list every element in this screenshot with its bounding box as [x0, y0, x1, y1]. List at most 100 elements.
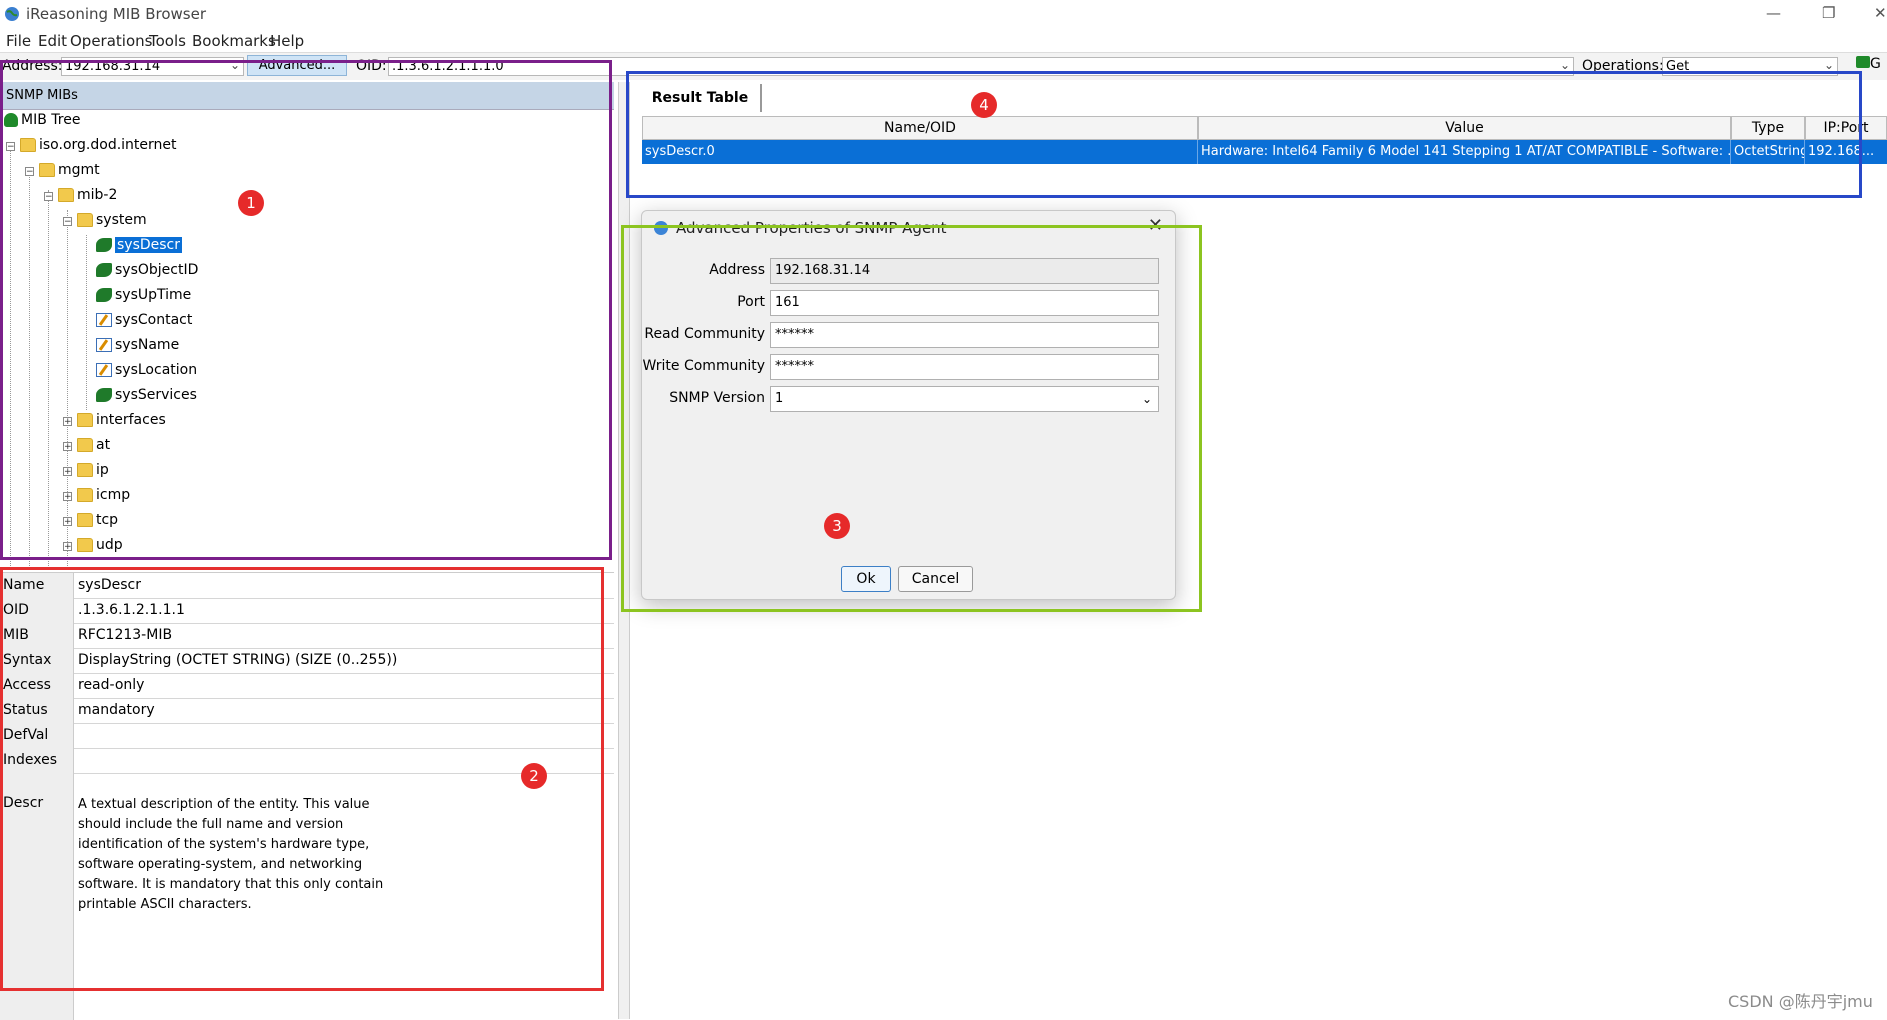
menu-edit[interactable]: Edit: [38, 32, 67, 50]
collapse-icon[interactable]: −: [6, 142, 15, 152]
tree-connector: [48, 190, 49, 570]
panel-splitter[interactable]: [618, 82, 630, 1019]
cell-name-oid: sysDescr.0: [642, 140, 1198, 164]
menu-bookmarks[interactable]: Bookmarks: [192, 32, 276, 50]
advanced-button[interactable]: Advanced...: [247, 55, 347, 76]
mib-tree[interactable]: MIB Tree − iso.org.dod.internet − mgmt −…: [0, 110, 612, 570]
folder-icon: [77, 438, 93, 452]
tree-leaf-sysservices[interactable]: sysServices: [96, 385, 197, 406]
tab-result-table[interactable]: Result Table: [640, 84, 762, 112]
property-key: Syntax: [0, 648, 74, 673]
expand-icon[interactable]: +: [63, 517, 72, 527]
title-bar: iReasoning MIB Browser — ❐ ✕: [0, 0, 1887, 28]
port-field[interactable]: 161: [770, 290, 1159, 316]
tree-node-mib-root[interactable]: MIB Tree: [4, 110, 80, 131]
tree-label: mgmt: [58, 162, 100, 178]
cell-ip-port: 192.168...: [1808, 144, 1875, 159]
collapse-icon[interactable]: −: [44, 192, 53, 202]
collapse-icon[interactable]: −: [25, 167, 34, 177]
tree-node-interfaces[interactable]: interfaces: [77, 410, 166, 431]
tree-node-tcp[interactable]: tcp: [77, 510, 118, 531]
writable-leaf-icon: [96, 313, 112, 327]
go-label: G: [1870, 56, 1881, 72]
tree-leaf-syscontact[interactable]: sysContact: [96, 310, 192, 331]
tree-node-mib-2[interactable]: mib-2: [58, 185, 117, 206]
chevron-down-icon[interactable]: ⌄: [230, 57, 240, 74]
expand-icon[interactable]: +: [63, 492, 72, 502]
writable-leaf-icon: [96, 363, 112, 377]
tree-node-at[interactable]: at: [77, 435, 110, 456]
chevron-down-icon[interactable]: ⌄: [1824, 57, 1834, 74]
read-community-field[interactable]: ******: [770, 322, 1159, 348]
address-label: Address:: [2, 58, 63, 74]
column-header-name-oid[interactable]: Name/OID: [642, 116, 1198, 140]
address-field[interactable]: 192.168.31.14: [770, 258, 1159, 284]
property-key: Access: [0, 673, 74, 698]
tree-leaf-sysobjectid[interactable]: sysObjectID: [96, 260, 198, 281]
address-value: 192.168.31.14: [65, 59, 161, 74]
tree-node-udp[interactable]: udp: [77, 535, 123, 556]
ok-button[interactable]: Ok: [841, 566, 891, 592]
close-icon[interactable]: ✕: [1148, 215, 1163, 236]
close-button[interactable]: ✕: [1874, 4, 1887, 22]
tree-leaf-sysname[interactable]: sysName: [96, 335, 179, 356]
menu-tools[interactable]: Tools: [149, 32, 186, 50]
tree-label: icmp: [96, 487, 131, 503]
write-community-field[interactable]: ******: [770, 354, 1159, 380]
menu-file[interactable]: File: [6, 32, 31, 50]
expand-icon[interactable]: +: [63, 542, 72, 552]
chevron-down-icon[interactable]: ⌄: [1142, 387, 1152, 411]
oid-combo[interactable]: .1.3.6.1.2.1.1.1.0 ⌄: [388, 57, 1574, 76]
tree-node-system[interactable]: system: [77, 210, 147, 231]
annotation-badge-2: 2: [521, 763, 547, 789]
leaf-icon: [96, 288, 112, 302]
column-header-value[interactable]: Value: [1198, 116, 1731, 140]
tree-node-mgmt[interactable]: mgmt: [39, 160, 100, 181]
minimize-button[interactable]: —: [1766, 4, 1781, 22]
folder-icon: [77, 488, 93, 502]
tree-connector: [29, 168, 30, 568]
table-row[interactable]: sysDescr.0 Hardware: Intel64 Family 6 Mo…: [642, 140, 1887, 164]
property-row: Syntax DisplayString (OCTET STRING) (SIZ…: [0, 648, 614, 674]
folder-icon: [77, 538, 93, 552]
tree-node-iso[interactable]: iso.org.dod.internet: [20, 135, 177, 156]
mib-properties-table: Name sysDescr OID .1.3.6.1.2.1.1.1 MIB R…: [0, 572, 614, 1020]
address-combo[interactable]: 192.168.31.14 ⌄: [61, 57, 244, 76]
property-value: .1.3.6.1.2.1.1.1: [78, 602, 185, 618]
description-text: A textual description of the entity. Thi…: [78, 797, 384, 912]
column-header-type[interactable]: Type: [1731, 116, 1805, 140]
folder-icon: [58, 188, 74, 202]
tree-label: sysName: [115, 337, 180, 353]
property-key: DefVal: [0, 723, 74, 748]
collapse-icon[interactable]: −: [63, 217, 72, 227]
tree-connector: [10, 148, 11, 568]
property-row: MIB RFC1213-MIB: [0, 623, 614, 649]
tree-label: mib-2: [77, 187, 118, 203]
expand-icon[interactable]: +: [63, 467, 72, 477]
tree-node-ip[interactable]: ip: [77, 460, 109, 481]
expand-icon[interactable]: +: [63, 442, 72, 452]
folder-icon: [39, 163, 55, 177]
property-key: MIB: [0, 623, 74, 648]
expand-icon[interactable]: +: [63, 417, 72, 427]
restore-button[interactable]: ❐: [1822, 4, 1835, 22]
tree-leaf-syslocation[interactable]: sysLocation: [96, 360, 197, 381]
column-header-ip-port[interactable]: IP:Port: [1805, 116, 1887, 140]
leaf-icon: [96, 388, 112, 402]
menu-help[interactable]: Help: [270, 32, 304, 50]
tree-label: ip: [96, 462, 109, 478]
menu-operations[interactable]: Operations: [70, 32, 152, 50]
tree-node-icmp[interactable]: icmp: [77, 485, 130, 506]
port-label: Port: [737, 294, 765, 310]
tree-leaf-sysdescr[interactable]: sysDescr: [96, 235, 183, 256]
dialog-title: Advanced Properties of SNMP Agent: [676, 219, 947, 237]
property-key: Status: [0, 698, 74, 723]
snmp-version-select[interactable]: 1 ⌄: [770, 386, 1159, 412]
tree-leaf-sysuptime[interactable]: sysUpTime: [96, 285, 191, 306]
go-button[interactable]: G: [1856, 56, 1881, 72]
cancel-button[interactable]: Cancel: [898, 566, 973, 592]
chevron-down-icon[interactable]: ⌄: [1560, 57, 1570, 74]
operations-combo[interactable]: Get ⌄: [1662, 57, 1838, 76]
go-arrow-icon: [1856, 56, 1870, 68]
tree-label: sysContact: [115, 312, 193, 328]
